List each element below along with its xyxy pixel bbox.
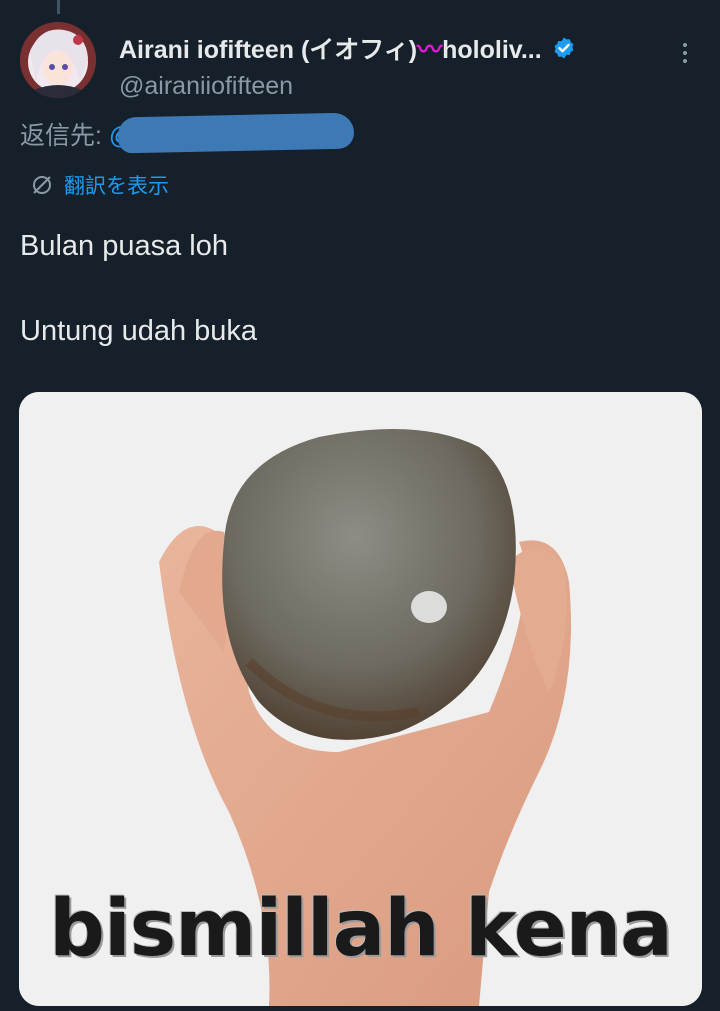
show-translation-label: 翻訳を表示 (64, 175, 169, 198)
translate-icon (33, 176, 51, 194)
tweet-text-line: Untung udah buka (20, 315, 258, 347)
reply-to-label: 返信先: (20, 122, 102, 150)
display-name-row: Airani iofifteen (イオフィ)〰hololiv... (119, 30, 660, 66)
show-translation-button[interactable]: 翻訳を表示 (30, 170, 169, 200)
tweet-text: Bulan puasa loh Untung udah buka (20, 225, 257, 352)
meme-caption: bismillah kena (49, 884, 673, 974)
display-name-text: Airani iofifteen (イオフィ) (119, 36, 418, 64)
tweet-page: Airani iofifteen (イオフィ)〰hololiv... @aira… (0, 0, 720, 1011)
author-handle[interactable]: @airaniiofifteen (119, 72, 660, 101)
more-dot (683, 43, 687, 47)
more-options-button[interactable] (672, 40, 698, 68)
avatar-icon (20, 22, 96, 98)
brush-emoji-icon: 〰 (417, 36, 443, 64)
verified-badge-icon (554, 37, 574, 59)
tweet-text-line: Bulan puasa loh (20, 230, 228, 262)
avatar[interactable] (20, 22, 96, 98)
display-name-suffix: hololiv... (442, 36, 542, 64)
more-dot (683, 51, 687, 55)
display-name[interactable]: Airani iofifteen (イオフィ)〰hololiv... (119, 30, 542, 66)
author-block[interactable]: Airani iofifteen (イオフィ)〰hololiv... @aira… (119, 30, 660, 101)
redaction-scribble (117, 112, 355, 154)
tweet-media-image[interactable]: bismillah kena (19, 392, 702, 1006)
thread-connector-line (57, 0, 60, 14)
more-dot (683, 59, 687, 63)
